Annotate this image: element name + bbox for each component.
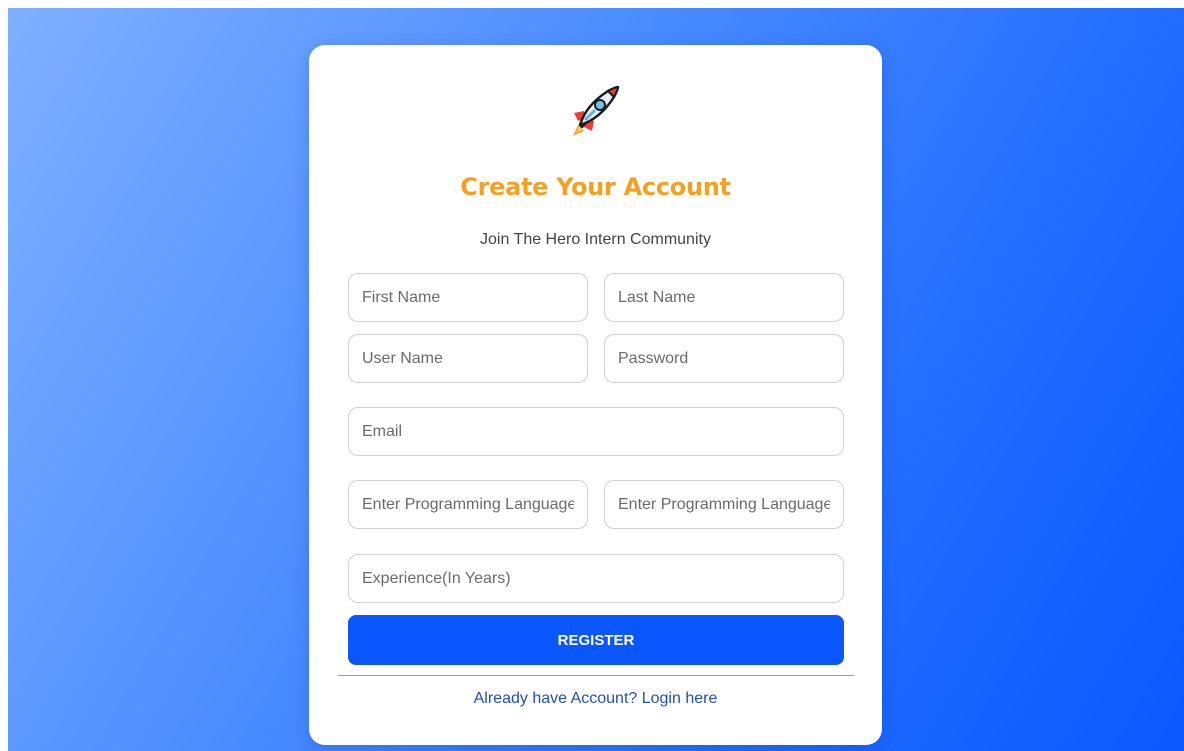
login-link[interactable]: Already have Account? Login here bbox=[309, 690, 882, 708]
password-input[interactable] bbox=[604, 334, 844, 383]
page-background: Create Your Account Join The Hero Intern… bbox=[8, 8, 1184, 751]
last-name-input[interactable] bbox=[604, 273, 844, 322]
page-subtitle: Join The Hero Intern Community bbox=[480, 231, 711, 248]
register-button[interactable]: REGISTER bbox=[348, 615, 844, 665]
rocket-icon bbox=[564, 81, 624, 141]
email-input[interactable] bbox=[348, 407, 844, 456]
first-name-input[interactable] bbox=[348, 273, 588, 322]
page-title: Create Your Account bbox=[460, 173, 731, 201]
divider bbox=[338, 675, 854, 676]
experience-input[interactable] bbox=[348, 554, 844, 603]
programming-language-1-input[interactable] bbox=[348, 480, 588, 529]
programming-language-2-input[interactable] bbox=[604, 480, 844, 529]
registration-card: Create Your Account Join The Hero Intern… bbox=[309, 45, 882, 745]
user-name-input[interactable] bbox=[348, 334, 588, 383]
